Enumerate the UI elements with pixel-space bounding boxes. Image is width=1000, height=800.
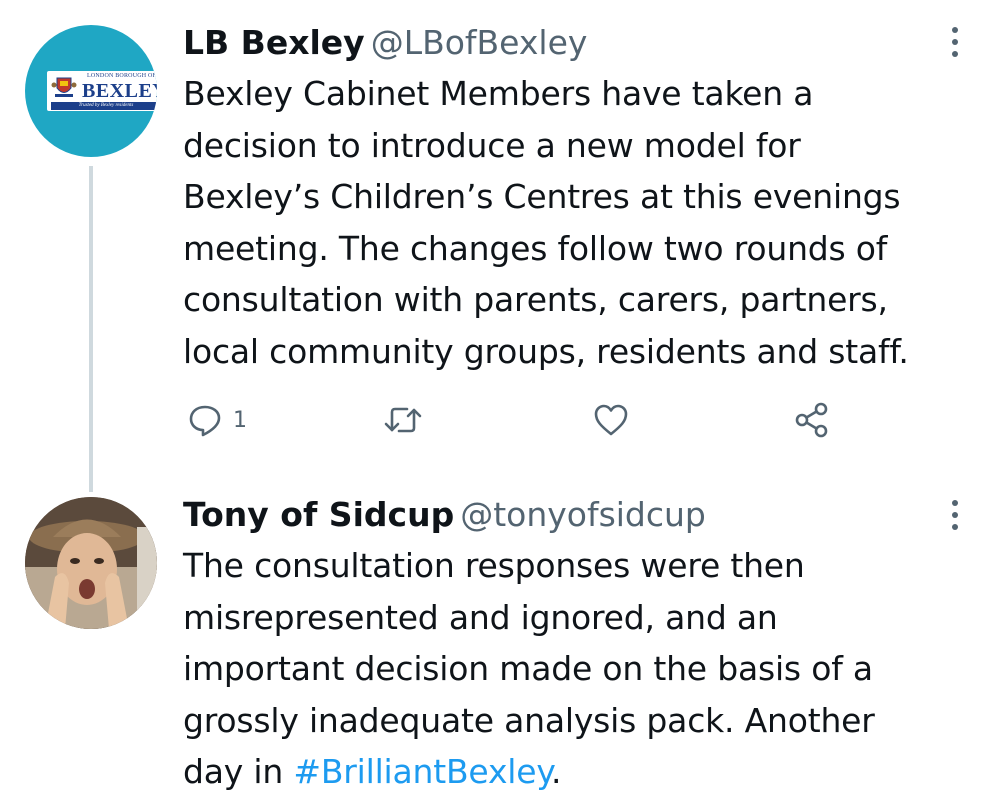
avatar-lb-bexley[interactable]: LONDON BOROUGH OF BEXLEY Trusted by Bexl… (25, 25, 157, 157)
author-name[interactable]: Tony of Sidcup (183, 495, 454, 534)
tweet-header: Tony of Sidcup @tonyofsidcup (183, 495, 706, 535)
tweet-text-suffix: . (550, 752, 562, 791)
reply-count: 1 (233, 407, 247, 433)
tweet-text-prefix: day in (183, 752, 294, 791)
bexley-logo: LONDON BOROUGH OF BEXLEY Trusted by Bexl… (47, 71, 157, 111)
tweet-text: Bexley Cabinet Members have taken a deci… (183, 68, 973, 377)
crest-icon (51, 77, 77, 97)
reply-icon (189, 405, 221, 437)
tweet-text-line: The consultation responses were then (183, 546, 805, 585)
like-button[interactable] (593, 398, 629, 442)
share-icon (795, 402, 828, 438)
share-button[interactable] (793, 398, 831, 442)
author-handle[interactable]: @tonyofsidcup (460, 495, 706, 534)
reply-button[interactable]: 1 (187, 398, 247, 442)
more-options-icon[interactable] (951, 498, 959, 532)
logo-tagline: Trusted by Bexley residents (51, 102, 157, 110)
tweet-text-line: day in #BrilliantBexley. (183, 746, 973, 798)
heart-icon (594, 404, 628, 436)
avatar-photo (25, 497, 157, 629)
more-options-icon[interactable] (951, 25, 959, 59)
tweet-text-line: important decision made on the basis of … (183, 649, 873, 688)
thread-connector (89, 166, 93, 492)
tweet-lb-bexley[interactable]: LONDON BOROUGH OF BEXLEY Trusted by Bexl… (0, 0, 1000, 478)
retweet-icon (384, 407, 422, 433)
tweet-text-line: consultation with parents, carers, partn… (183, 280, 888, 319)
tweet-text-line: grossly inadequate analysis pack. Anothe… (183, 700, 875, 740)
tweet-text-line: decision to introduce a new model for (183, 125, 801, 165)
tweet-actions: 1 (183, 398, 883, 442)
tweet-tony-of-sidcup[interactable]: Tony of Sidcup @tonyofsidcup The consulta… (0, 478, 1000, 800)
tweet-text: The consultation responses were then mis… (183, 540, 973, 798)
hashtag-link[interactable]: #BrilliantBexley (293, 752, 551, 791)
author-name[interactable]: LB Bexley (183, 23, 365, 62)
tweet-text-line: misrepresented and ignored, and an (183, 597, 778, 637)
tweet-text-line: local community groups, residents and st… (183, 331, 909, 371)
logo-small-text: LONDON BOROUGH OF (87, 73, 157, 79)
retweet-button[interactable] (383, 398, 423, 442)
tweet-text-line: meeting. The changes follow two rounds o… (183, 228, 888, 268)
tweet-text-line: Bexley Cabinet Members have taken a (183, 74, 814, 113)
avatar-tony-of-sidcup[interactable] (25, 497, 157, 629)
author-handle[interactable]: @LBofBexley (371, 23, 588, 62)
tweet-header: LB Bexley @LBofBexley (183, 23, 587, 63)
tweet-text-line: Bexley’s Children’s Centres at this even… (183, 177, 901, 216)
logo-word: BEXLEY (82, 80, 157, 102)
